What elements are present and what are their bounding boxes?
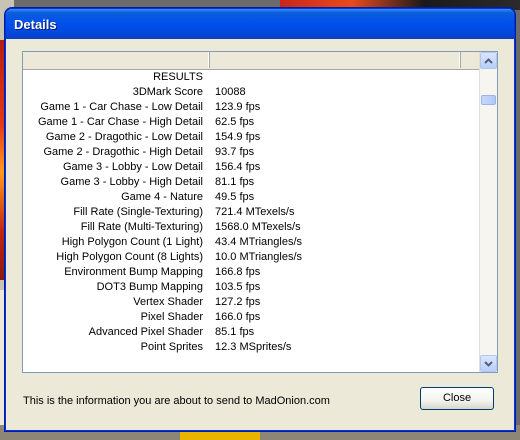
row-label: Game 1 - Car Chase - Low Detail <box>40 101 203 113</box>
row-label: Point Sprites <box>140 341 203 353</box>
row-label: Game 4 - Nature <box>121 191 203 203</box>
list-row[interactable]: Game 4 - Nature 49.5 fps <box>23 190 479 205</box>
row-value: 10088 <box>215 86 246 98</box>
results-list[interactable]: RESULTS 3DMark Score 10088 Game 1 - Car Cha… <box>22 51 498 373</box>
row-value: 156.4 fps <box>215 161 261 173</box>
list-row[interactable]: Pixel Shader 166.0 fps <box>23 310 479 325</box>
list-row[interactable]: DOT3 Bump Mapping 103.5 fps <box>23 280 479 295</box>
row-label: 3DMark Score <box>132 86 203 98</box>
row-label: Game 1 - Car Chase - High Detail <box>37 116 203 128</box>
row-label: Game 3 - Lobby - Low Detail <box>62 161 203 173</box>
row-value: 127.2 fps <box>215 296 261 308</box>
row-label: High Polygon Count (1 Light) <box>61 236 203 248</box>
vertical-scrollbar[interactable] <box>479 52 497 372</box>
row-label: Game 2 - Dragothic - High Detail <box>43 146 203 158</box>
row-label: Game 2 - Dragothic - Low Detail <box>45 131 203 143</box>
list-row[interactable]: Environment Bump Mapping 166.8 fps <box>23 265 479 280</box>
column-header-label[interactable] <box>23 52 210 68</box>
row-value: 103.5 fps <box>215 281 261 293</box>
row-label: Game 3 - Lobby - High Detail <box>60 176 203 188</box>
list-row[interactable]: Game 3 - Lobby - High Detail 81.1 fps <box>23 175 479 190</box>
list-row[interactable]: Fill Rate (Multi-Texturing) 1568.0 MTexel… <box>23 220 479 235</box>
row-label: DOT3 Bump Mapping <box>96 281 203 293</box>
list-row[interactable]: Game 2 - Dragothic - Low Detail 154.9 fps <box>23 130 479 145</box>
row-value: 1568.0 MTexels/s <box>215 221 301 233</box>
chevron-up-icon <box>484 57 493 64</box>
row-label: Advanced Pixel Shader <box>88 326 203 338</box>
row-value: 49.5 fps <box>215 191 255 203</box>
row-label: Fill Rate (Single-Texturing) <box>73 206 203 218</box>
list-row[interactable]: High Polygon Count (1 Light) 43.4 MTriang… <box>23 235 479 250</box>
list-row[interactable]: Fill Rate (Single-Texturing) 721.4 MTexel… <box>23 205 479 220</box>
list-row[interactable]: Advanced Pixel Shader 85.1 fps <box>23 325 479 340</box>
row-value: 721.4 MTexels/s <box>215 206 295 218</box>
row-value: 123.9 fps <box>215 101 261 113</box>
scroll-thumb[interactable] <box>481 95 496 105</box>
row-value: 81.1 fps <box>215 176 255 188</box>
chevron-down-icon <box>484 360 493 367</box>
close-button[interactable]: Close <box>420 387 494 410</box>
list-row[interactable]: Game 3 - Lobby - Low Detail 156.4 fps <box>23 160 479 175</box>
scroll-down-button[interactable] <box>480 355 497 372</box>
row-value <box>207 70 215 85</box>
row-label: RESULTS <box>153 71 203 83</box>
row-value: 43.4 MTriangles/s <box>215 236 303 248</box>
row-value: 12.3 MSprites/s <box>215 341 292 353</box>
column-header-filler <box>461 52 479 68</box>
window-title: Details <box>14 17 57 32</box>
list-row[interactable]: Game 1 - Car Chase - High Detail 62.5 fps <box>23 115 479 130</box>
row-label: Fill Rate (Multi-Texturing) <box>80 221 203 233</box>
list-row[interactable]: RESULTS <box>23 70 479 85</box>
list-row[interactable]: Point Sprites 12.3 MSprites/s <box>23 340 479 355</box>
row-label: High Polygon Count (8 Lights) <box>56 251 203 263</box>
row-value: 10.0 MTriangles/s <box>215 251 303 263</box>
row-value: 166.0 fps <box>215 311 261 323</box>
row-label: Environment Bump Mapping <box>64 266 203 278</box>
list-row[interactable]: Game 1 - Car Chase - Low Detail 123.9 fps <box>23 100 479 115</box>
row-value: 85.1 fps <box>215 326 255 338</box>
list-row[interactable]: Vertex Shader 127.2 fps <box>23 295 479 310</box>
row-label: Vertex Shader <box>133 296 203 308</box>
details-dialog: Details RESULTS 3DMark Score 10088 Game 1 -… <box>5 8 515 431</box>
column-header-value[interactable] <box>210 52 461 68</box>
row-value: 62.5 fps <box>215 116 255 128</box>
row-value: 154.9 fps <box>215 131 261 143</box>
title-bar[interactable]: Details <box>6 9 514 39</box>
list-row[interactable]: 3DMark Score 10088 <box>23 85 479 100</box>
row-value: 166.8 fps <box>215 266 261 278</box>
list-header <box>23 52 479 70</box>
list-row[interactable]: High Polygon Count (8 Lights) 10.0 MTrian… <box>23 250 479 265</box>
row-label: Pixel Shader <box>140 311 203 323</box>
scroll-up-button[interactable] <box>480 52 497 69</box>
info-text: This is the information you are about to… <box>23 395 330 407</box>
row-value: 93.7 fps <box>215 146 255 158</box>
list-rows: RESULTS 3DMark Score 10088 Game 1 - Car Cha… <box>23 70 479 355</box>
list-row[interactable]: Game 2 - Dragothic - High Detail 93.7 fps <box>23 145 479 160</box>
